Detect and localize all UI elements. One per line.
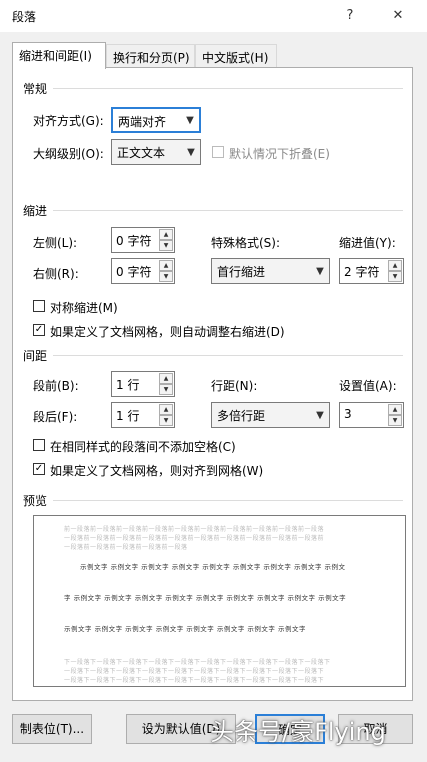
spacing-at-label: 设置值(A):: [339, 379, 397, 393]
spacing-before-label: 段前(B):: [33, 379, 79, 393]
line-spacing-value: 多倍行距: [217, 409, 266, 423]
alignment-label: 对齐方式(G):: [33, 114, 104, 128]
spacing-at-value: 3: [344, 407, 352, 421]
preview-sample-line: 示例文字 示例文字 示例文字 示例文字 示例文字 示例文字 示例文字 示例文字: [64, 625, 306, 633]
spin-up-icon[interactable]: ▲: [159, 404, 173, 415]
outline-level-select[interactable]: 正文文本 ▼: [111, 139, 201, 165]
tab-indents-spacing[interactable]: 缩进和间距(I): [12, 42, 106, 69]
indent-left-value: 0 字符: [116, 234, 152, 248]
section-preview: 预览: [23, 494, 48, 508]
collapse-checkbox[interactable]: [212, 146, 224, 158]
indent-left-spinner[interactable]: 0 字符 ▲ ▼: [111, 227, 175, 253]
preview-prev-line: 前一段落前一段落前一段落前一段落前一段落前一段落前一段落前一段落前一段落前一段落: [64, 526, 325, 533]
special-indent-select[interactable]: 首行缩进 ▼: [211, 258, 330, 284]
spin-up-icon[interactable]: ▲: [159, 373, 173, 384]
preview-sample-line: 字 示例文字 示例文字 示例文字 示例文字 示例文字 示例文字 示例文字 示例文…: [64, 594, 347, 602]
indent-left-label: 左侧(L):: [33, 236, 78, 250]
chevron-down-icon: ▼: [316, 265, 324, 277]
spin-up-icon[interactable]: ▲: [159, 260, 173, 271]
tab-line-page-breaks[interactable]: 换行和分页(P): [106, 44, 195, 68]
chevron-down-icon: ▼: [187, 146, 195, 158]
snap-to-grid-checkbox[interactable]: ✓: [33, 463, 45, 475]
divider: [53, 88, 403, 89]
spin-down-icon[interactable]: ▼: [159, 415, 173, 426]
alignment-value: 两端对齐: [118, 115, 167, 129]
close-button[interactable]: ✕: [384, 4, 412, 28]
spacing-at-spinner[interactable]: 3 ▲ ▼: [339, 402, 404, 428]
mirror-indents-checkbox[interactable]: [33, 300, 45, 312]
spacing-after-spinner[interactable]: 1 行 ▲ ▼: [111, 402, 175, 428]
auto-adjust-label: 如果定义了文档网格，则自动调整右缩进(D): [50, 325, 285, 339]
spacing-before-value: 1 行: [116, 378, 140, 392]
spin-down-icon[interactable]: ▼: [388, 271, 402, 282]
tab-asian-typography[interactable]: 中文版式(H): [195, 44, 277, 68]
help-button[interactable]: ?: [336, 4, 364, 28]
preview-next-line: 一段落下一段落下一段落下一段落下一段落下一段落下一段落下一段落下一段落下一段落下: [64, 677, 325, 684]
mirror-indents-label: 对称缩进(M): [50, 301, 118, 315]
spacing-after-value: 1 行: [116, 409, 140, 423]
section-spacing: 间距: [23, 349, 48, 363]
section-general: 常规: [23, 82, 48, 96]
section-indentation: 缩进: [23, 204, 48, 218]
chevron-down-icon: ▼: [316, 409, 324, 421]
spacing-after-label: 段后(F):: [33, 410, 78, 424]
cancel-button[interactable]: 取消: [338, 714, 413, 744]
spin-down-icon[interactable]: ▼: [159, 384, 173, 395]
window-title: 段落: [12, 10, 37, 24]
spin-up-icon[interactable]: ▲: [388, 404, 402, 415]
outline-level-value: 正文文本: [117, 146, 166, 160]
indent-by-label: 缩进值(Y):: [339, 236, 396, 250]
line-spacing-label: 行距(N):: [211, 379, 258, 393]
special-indent-value: 首行缩进: [217, 265, 266, 279]
divider: [53, 210, 403, 211]
outline-level-label: 大纲级别(O):: [33, 147, 104, 161]
title-bar: 段落 ? ✕: [0, 0, 427, 32]
preview-prev-line: 一段落前一段落前一段落前一段落前一段落: [64, 544, 188, 551]
collapse-label: 默认情况下折叠(E): [229, 147, 330, 161]
spin-down-icon[interactable]: ▼: [159, 240, 173, 251]
set-default-button[interactable]: 设为默认值(D): [126, 714, 236, 744]
preview-box: 前一段落前一段落前一段落前一段落前一段落前一段落前一段落前一段落前一段落前一段落…: [33, 515, 406, 687]
snap-to-grid-label: 如果定义了文档网格，则对齐到网格(W): [50, 464, 264, 478]
tabs-button[interactable]: 制表位(T)...: [12, 714, 92, 744]
preview-prev-line: 一段落前一段落前一段落前一段落前一段落前一段落前一段落前一段落前一段落前一段落前: [64, 535, 325, 542]
auto-adjust-checkbox[interactable]: ✓: [33, 324, 45, 336]
indent-right-value: 0 字符: [116, 265, 152, 279]
divider: [53, 355, 403, 356]
preview-next-line: 一段落下一段落下一段落下一段落下一段落下一段落下一段落下一段落下一段落下一段落下: [64, 668, 325, 675]
preview-next-line: 下一段落下一段落下一段落下一段落下一段落下一段落下一段落下一段落下一段落下一段落…: [64, 659, 331, 666]
no-space-checkbox[interactable]: [33, 439, 45, 451]
chevron-down-icon: ▼: [186, 114, 194, 126]
preview-sample-line: 示例文字 示例文字 示例文字 示例文字 示例文字 示例文字 示例文字 示例文字 …: [80, 563, 346, 571]
alignment-select[interactable]: 两端对齐 ▼: [111, 107, 201, 133]
tab-panel: 常规 对齐方式(G): 两端对齐 ▼ 大纲级别(O): 正文文本 ▼ 默认情况下…: [12, 67, 413, 701]
spacing-before-spinner[interactable]: 1 行 ▲ ▼: [111, 371, 175, 397]
spin-up-icon[interactable]: ▲: [159, 229, 173, 240]
spin-down-icon[interactable]: ▼: [388, 415, 402, 426]
spin-up-icon[interactable]: ▲: [388, 260, 402, 271]
no-space-label: 在相同样式的段落间不添加空格(C): [50, 440, 236, 454]
line-spacing-select[interactable]: 多倍行距 ▼: [211, 402, 330, 428]
indent-right-label: 右侧(R):: [33, 267, 79, 281]
indent-by-value: 2 字符: [344, 265, 380, 279]
divider: [53, 500, 403, 501]
special-indent-label: 特殊格式(S):: [211, 236, 281, 250]
spin-down-icon[interactable]: ▼: [159, 271, 173, 282]
indent-by-spinner[interactable]: 2 字符 ▲ ▼: [339, 258, 404, 284]
ok-button[interactable]: 确定: [255, 714, 325, 744]
indent-right-spinner[interactable]: 0 字符 ▲ ▼: [111, 258, 175, 284]
